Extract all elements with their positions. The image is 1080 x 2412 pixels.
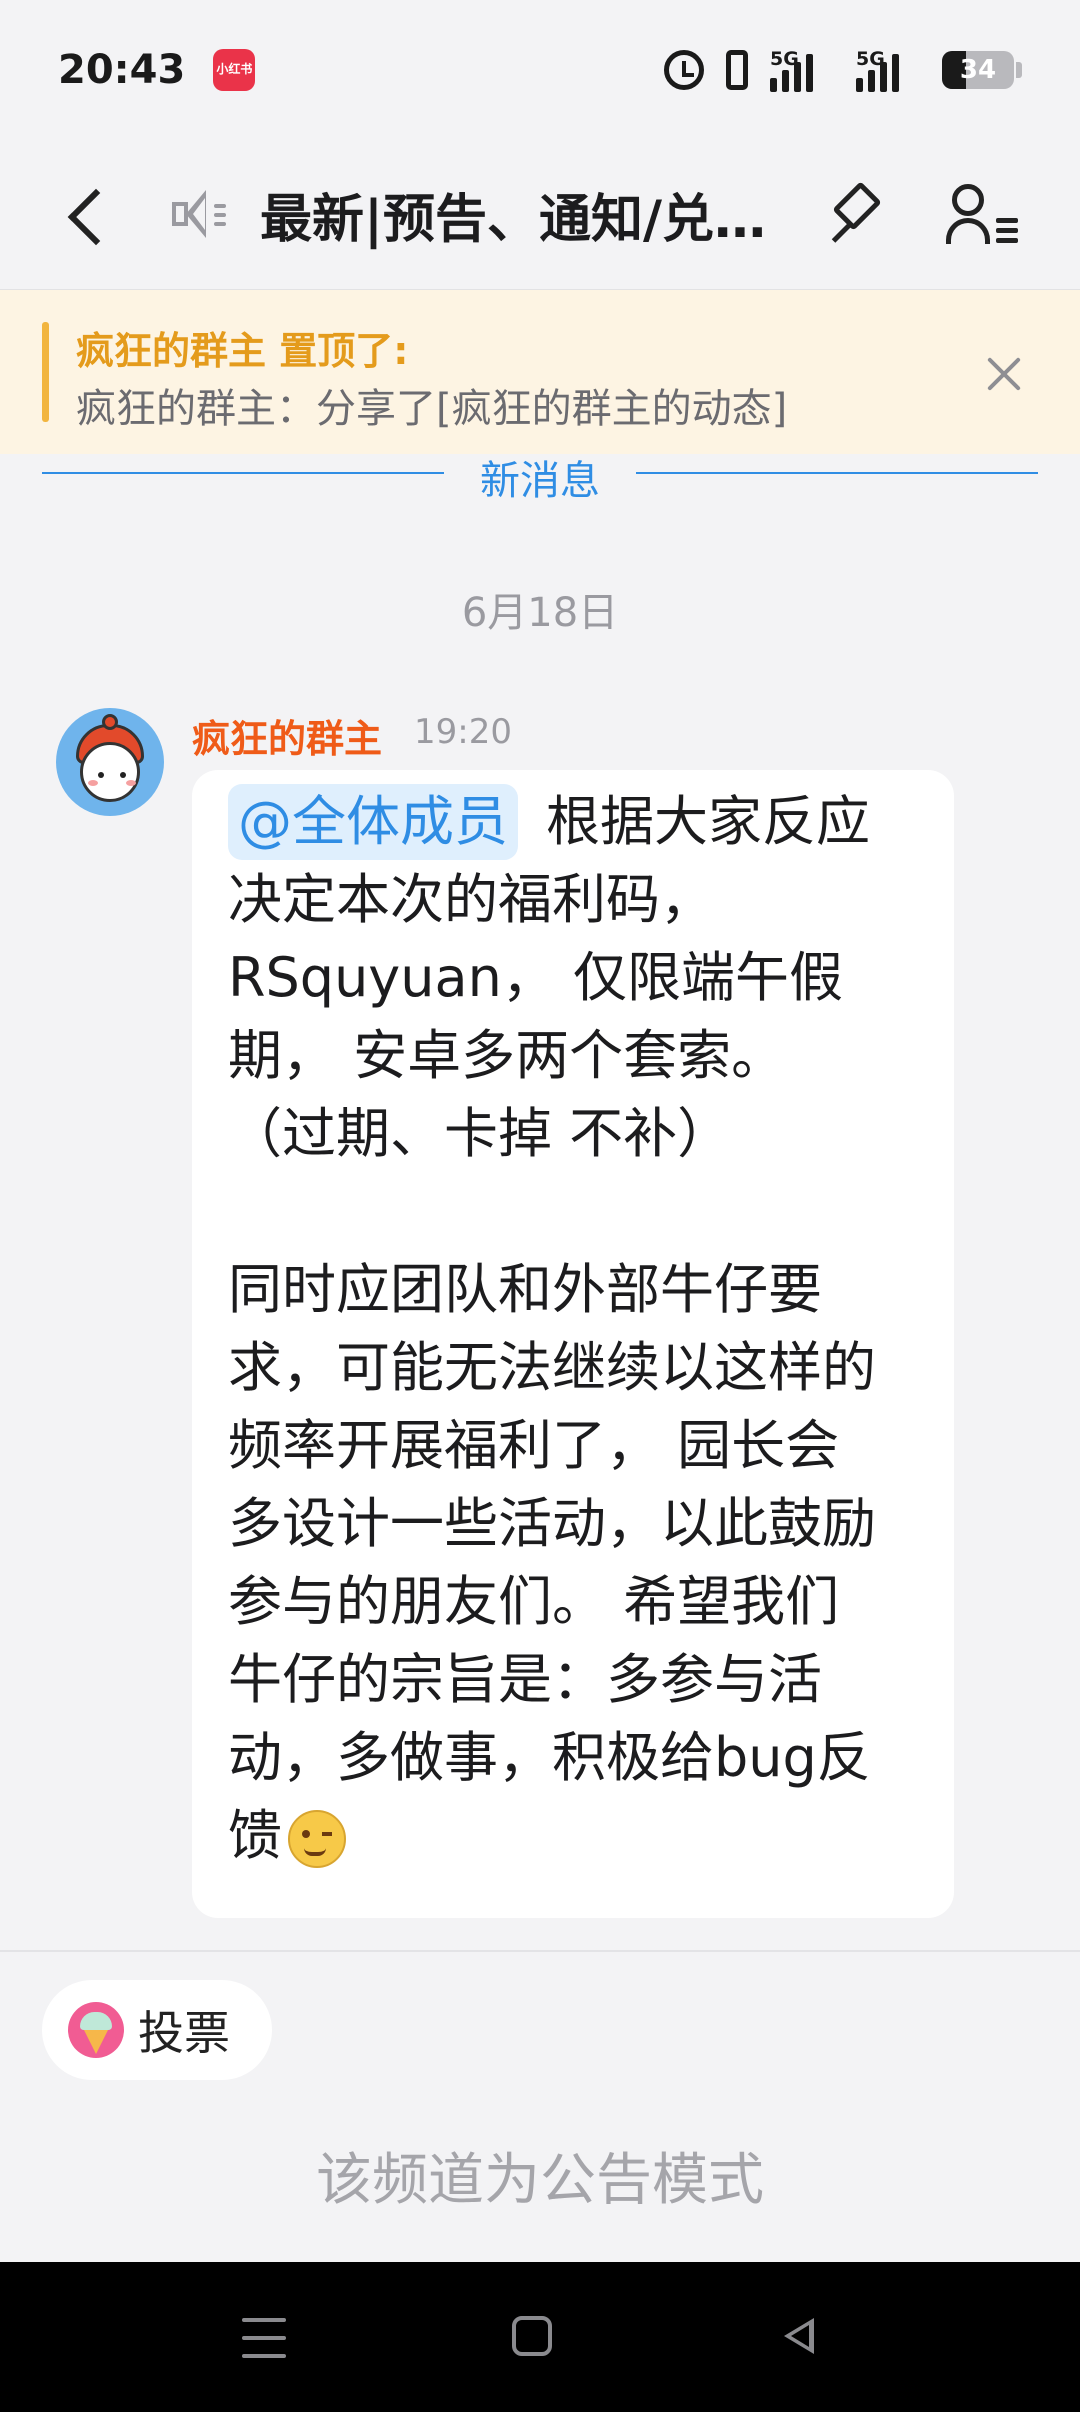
pin-icon[interactable]: [820, 180, 890, 250]
close-icon[interactable]: [982, 352, 1026, 396]
network-type-label: 5G: [770, 48, 799, 70]
vote-label: 投票: [138, 2006, 230, 2060]
battery-icon: 34: [942, 51, 1022, 89]
message-line-text: 馈: [228, 1804, 282, 1867]
message-line: （过期、卡掉 不补）: [228, 1102, 732, 1165]
alarm-icon: [664, 50, 704, 90]
message-line: 决定本次的福利码，: [228, 868, 714, 931]
message-line: 动，多做事，积极给bug反: [228, 1726, 871, 1789]
message-line: RSquyuan， 仅限端午假: [228, 946, 843, 1009]
new-messages-divider: 新消息: [42, 448, 1038, 504]
signal-icon: 5G: [856, 48, 920, 92]
status-time: 20:43: [58, 47, 186, 93]
xiaohongshu-app-icon: 小红书: [213, 49, 256, 91]
vibrate-icon: [726, 50, 748, 90]
new-messages-label: 新消息: [480, 458, 600, 504]
message-line: 频率开展福利了， 园长会: [228, 1414, 840, 1477]
system-nav-bar: [0, 2262, 1080, 2412]
sender-name[interactable]: 疯狂的群主: [192, 708, 382, 763]
message-line: @全体成员 根据大家反应: [228, 784, 918, 860]
back-triangle-icon[interactable]: [778, 2314, 822, 2358]
message-line: 求，可能无法继续以这样的: [228, 1336, 876, 1399]
pinned-accent-bar: [42, 322, 49, 422]
message-line: 馈: [228, 1809, 918, 1869]
home-icon[interactable]: [512, 2316, 552, 2356]
announcement-mode-note: 该频道为公告模式: [316, 2148, 764, 2213]
network-type-label: 5G: [856, 48, 885, 70]
mention-all-members[interactable]: @全体成员: [228, 784, 518, 860]
message-time: 19:20: [414, 712, 512, 752]
channel-title: 最新|预告、通知/兑…: [260, 190, 766, 250]
vote-button[interactable]: 投票: [42, 1980, 272, 2080]
ice-cream-icon: [68, 2002, 124, 2058]
message-line: 同时应团队和外部牛仔要: [228, 1258, 822, 1321]
avatar[interactable]: [56, 708, 164, 816]
menu-icon[interactable]: [242, 2318, 286, 2358]
message-line-text: 根据大家反应: [546, 790, 870, 853]
date-separator: 6月18日: [461, 590, 619, 636]
message-line: 多设计一些活动，以此鼓励: [228, 1492, 876, 1555]
speaker-icon[interactable]: [168, 184, 230, 246]
battery-percent: 34: [959, 55, 997, 85]
message-bubble[interactable]: @全体成员 根据大家反应 决定本次的福利码， RSquyuan， 仅限端午假 期，…: [192, 770, 954, 1918]
input-area-divider: [0, 1950, 1080, 1952]
pinned-content: 疯狂的群主：分享了[疯狂的群主的动态]: [76, 386, 788, 432]
pinned-message-banner[interactable]: 疯狂的群主 置顶了: 疯狂的群主：分享了[疯狂的群主的动态]: [0, 290, 1080, 454]
thinking-emoji-icon: [288, 1810, 346, 1869]
back-icon[interactable]: [62, 185, 122, 245]
member-list-icon[interactable]: [944, 180, 1024, 250]
status-icons: 5G 5G 34: [664, 48, 1022, 92]
message-line: 期， 安卓多两个套索。: [228, 1024, 786, 1087]
chat-header: 最新|预告、通知/兑…: [0, 140, 1080, 290]
chat-screen: 20:43 小红书 5G 5G 34 最新|预告、通知/兑… 疯狂的群主 置顶了…: [0, 0, 1080, 2412]
status-bar: 20:43 小红书 5G 5G 34: [0, 0, 1080, 140]
message-line: 牛仔的宗旨是：多参与活: [228, 1648, 822, 1711]
signal-icon: 5G: [770, 48, 834, 92]
pinned-label: 疯狂的群主 置顶了:: [76, 329, 409, 373]
message-line: 参与的朋友们。 希望我们: [228, 1570, 840, 1633]
